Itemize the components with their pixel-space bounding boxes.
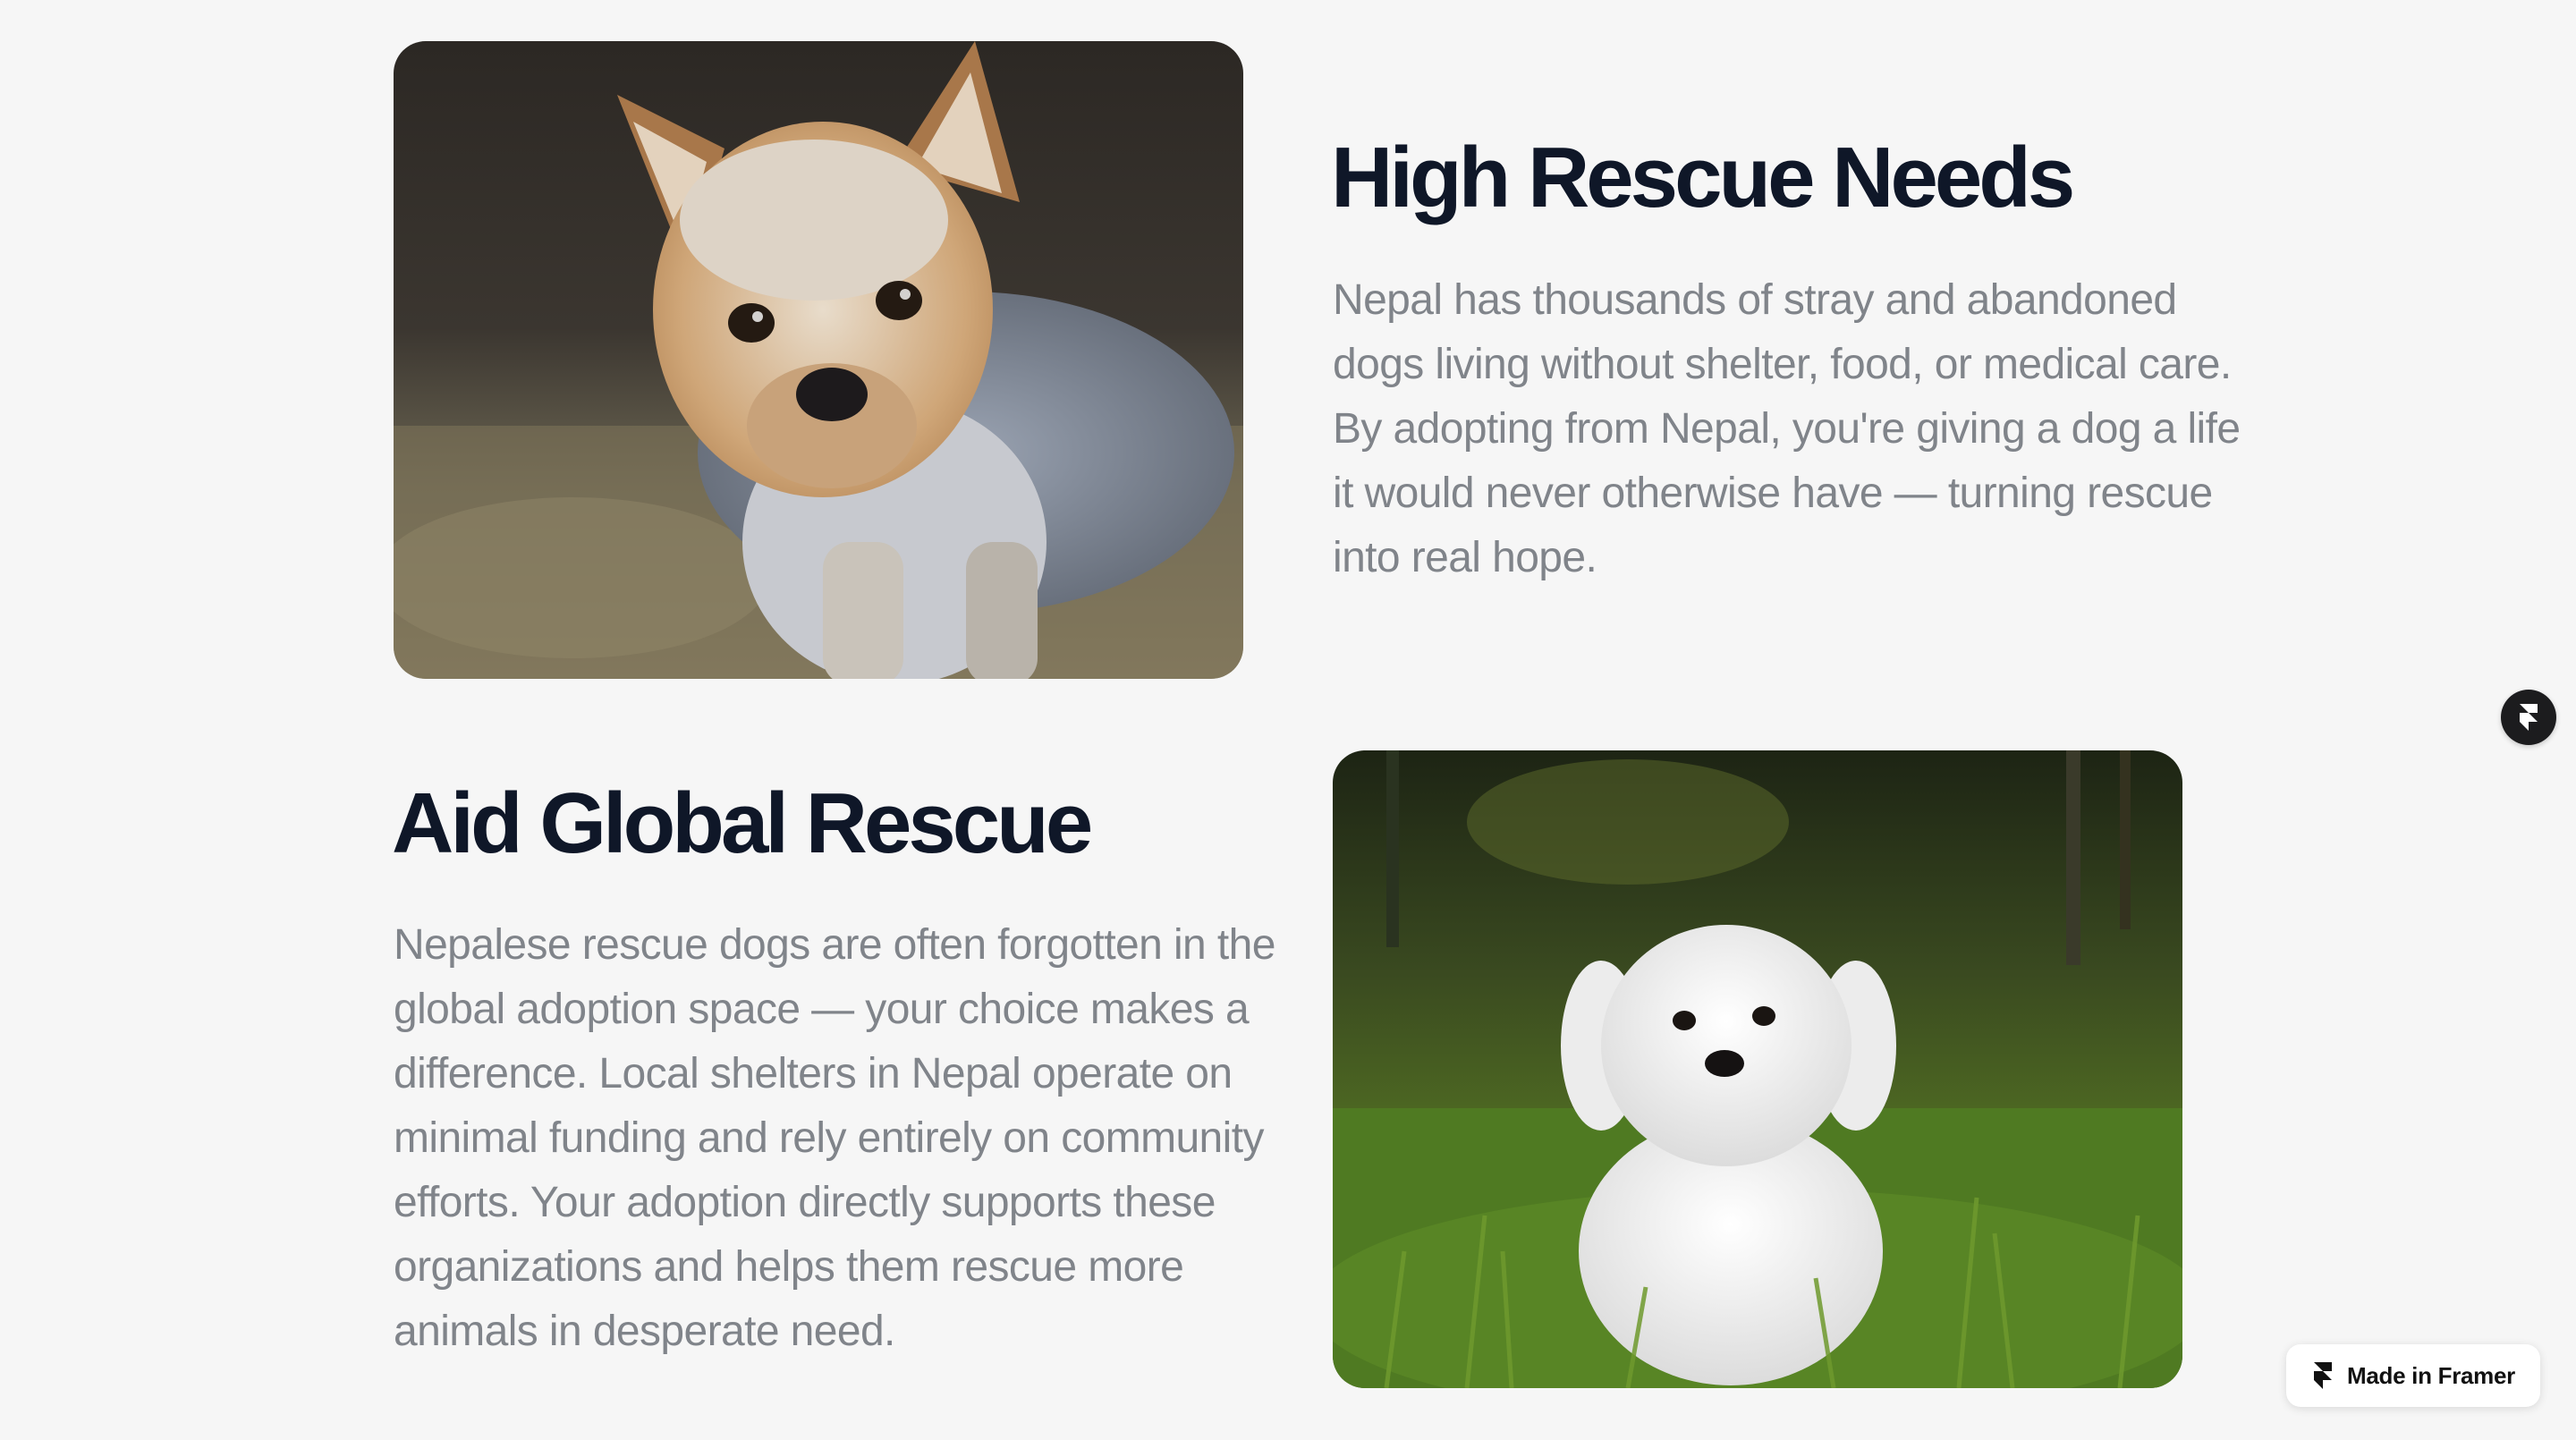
yorkshire-terrier-illustration (394, 41, 1243, 679)
section-body-aid-global-rescue: Nepalese rescue dogs are often forgotten… (394, 921, 1275, 1355)
section-title-high-rescue-needs: High Rescue Needs (1331, 130, 2075, 225)
framer-floating-button[interactable] (2501, 690, 2556, 745)
section-title-aid-global-rescue: Aid Global Rescue (392, 775, 1093, 871)
section-body-high-rescue-needs: Nepal has thousands of stray and abandon… (1333, 276, 2241, 581)
maltese-puppy-illustration (1333, 750, 2182, 1388)
framer-logo-icon (2314, 1362, 2332, 1389)
made-in-framer-badge[interactable]: Made in Framer (2286, 1344, 2540, 1407)
white-maltese-puppy-photo (1333, 750, 2182, 1388)
yorkshire-terrier-photo (394, 41, 1243, 679)
made-in-framer-label: Made in Framer (2347, 1361, 2515, 1389)
framer-logo-icon (2520, 704, 2538, 731)
